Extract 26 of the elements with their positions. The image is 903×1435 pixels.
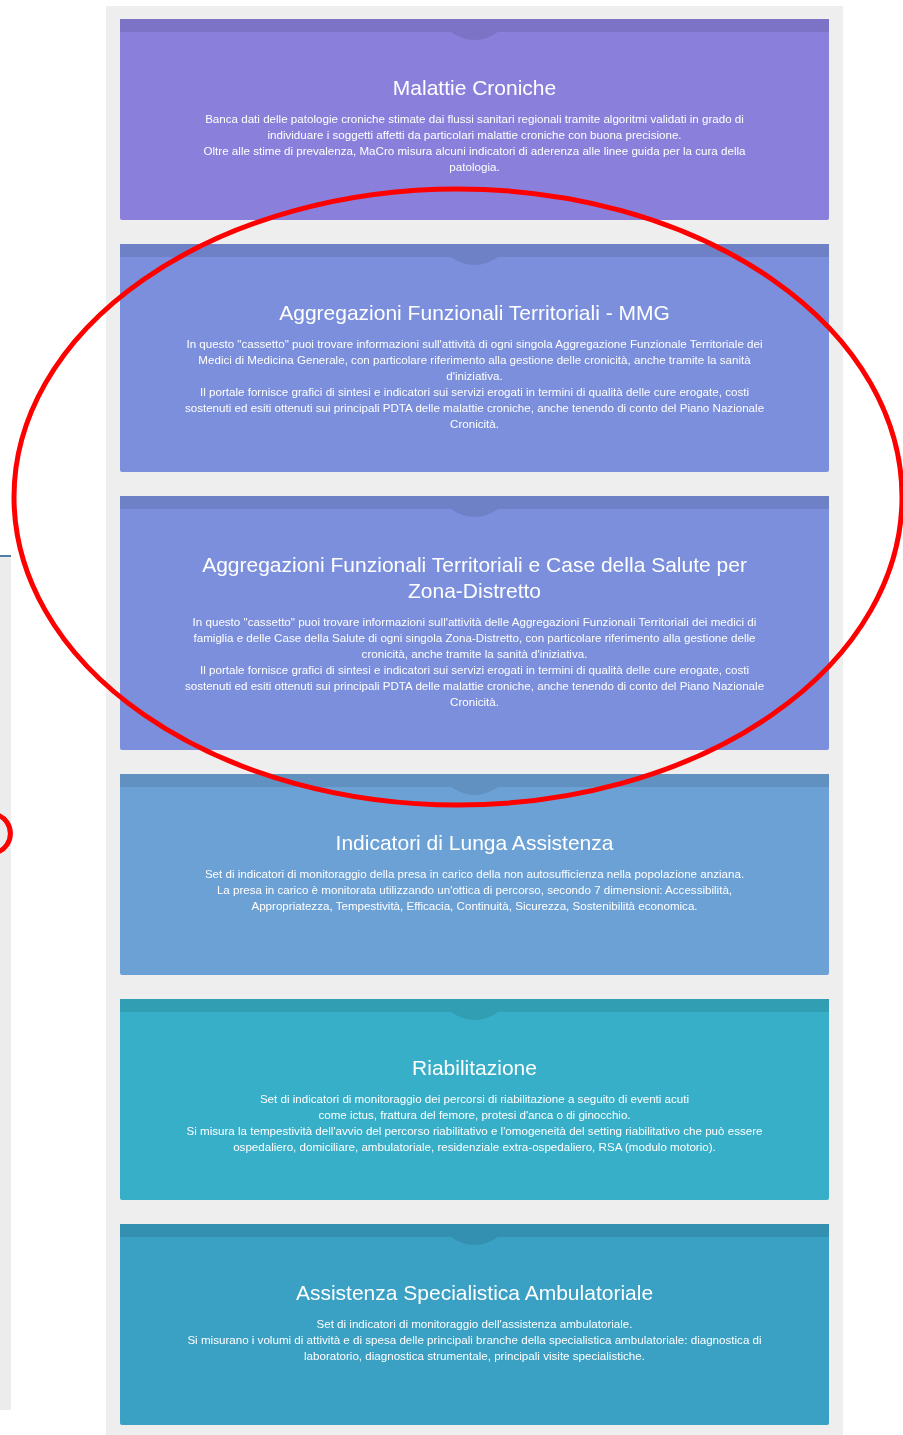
annotation-arc [0,812,13,855]
card-description: Set di indicatori di monitoraggio della presa in carico della non autosufficienza nella popolazione anziana. [203,866,746,882]
card-title: Indicatori di Lunga Assistenza [334,830,615,856]
drawer-card[interactable] [120,19,829,220]
drawer-card[interactable] [120,1224,829,1425]
card-description: Oltre alle stime di prevalenza, MaCro misura alcuni indicatori di aderenza alle linee guida per la cura della patologia. [202,143,747,175]
card-description: In questo "cassetto" puoi trovare informazioni sull'attività di ogni singola Aggregazione Funzionale Territoriale dei Medici di Medicina Generale, con particolare riferimento alla gestione delle cronicità, anche tramite la sanità d'iniziativa. [185,336,764,384]
card-title: Riabilitazione [411,1055,538,1081]
card-description: La presa in carico è monitorata utilizzando un'ottica di percorso, secondo 7 dimensioni: Accessibilità, Appropriatezza, Tempestività, Efficacia, Continuità, Sicurezza, Sostenibilità economica. [215,882,734,914]
card-title: Aggregazioni Funzionali Territoriali - MMG [278,300,671,326]
card-title: Assistenza Specialistica Ambulatoriale [294,1280,655,1306]
drawer-card[interactable] [120,244,829,472]
card-description: Il portale fornisce grafici di sintesi e indicatori sui servizi erogati in termini di qualità delle cure erogate, costi sostenuti ed esiti ottenuti sui principali PDTA delle malattie croniche, anche tenendo di conto del Piano Nazionale Cronicità. [183,662,766,710]
card-description: Il portale fornisce grafici di sintesi e indicatori sui servizi erogati in termini di qualità delle cure erogate, costi sostenuti ed esiti ottenuti sui principali PDTA delle malattie croniche, anche tenendo di conto del Piano Nazionale Cronicità. [183,384,766,432]
card-title: Malattie Croniche [391,75,558,101]
drawer-card[interactable] [120,496,829,750]
drawer-card[interactable] [120,774,829,975]
card-description: Banca dati delle patologie croniche stimate dai flussi sanitari regionali tramite algoritmi validati in grado di individuare i soggetti affetti da particolari malattie croniche con buona precisione. [204,111,745,143]
card-description: come ictus, frattura del femore, protesi d'anca o di ginocchio. [317,1107,632,1123]
card-description: In questo "cassetto" puoi trovare informazioni sull'attività delle Aggregazioni Funzionali Territoriali dei medici di famiglia e delle Case della Salute di ogni singola Zona-Distretto, con particolare riferimento alla gestione delle cronicità, anche tramite la sanità d'iniziativa. [191,614,758,662]
card-description: Si misurano i volumi di attività e di spesa delle principali branche della specialistica ambulatoriale: diagnostica di laboratorio, diagnostica strumentale, principali visite specialistiche. [186,1332,763,1364]
card-description: Set di indicatori di monitoraggio dell'assistenza ambulatoriale. [315,1316,634,1332]
card-description: Si misura la tempestività dell'avvio del percorso riabilitativo e l'omogeneità del setting riabilitativo che può essere ospedaliero, domiciliare, ambulatoriale, residenziale extra-ospedaliero, RSA (modulo motorio). [185,1123,764,1155]
drawer-card[interactable] [120,999,829,1200]
card-description: Set di indicatori di monitoraggio dei percorsi di riabilitazione a seguito di eventi acuti [258,1091,691,1107]
card-title: Aggregazioni Funzionali Territoriali e Case della Salute per Zona-Distretto [201,552,748,604]
